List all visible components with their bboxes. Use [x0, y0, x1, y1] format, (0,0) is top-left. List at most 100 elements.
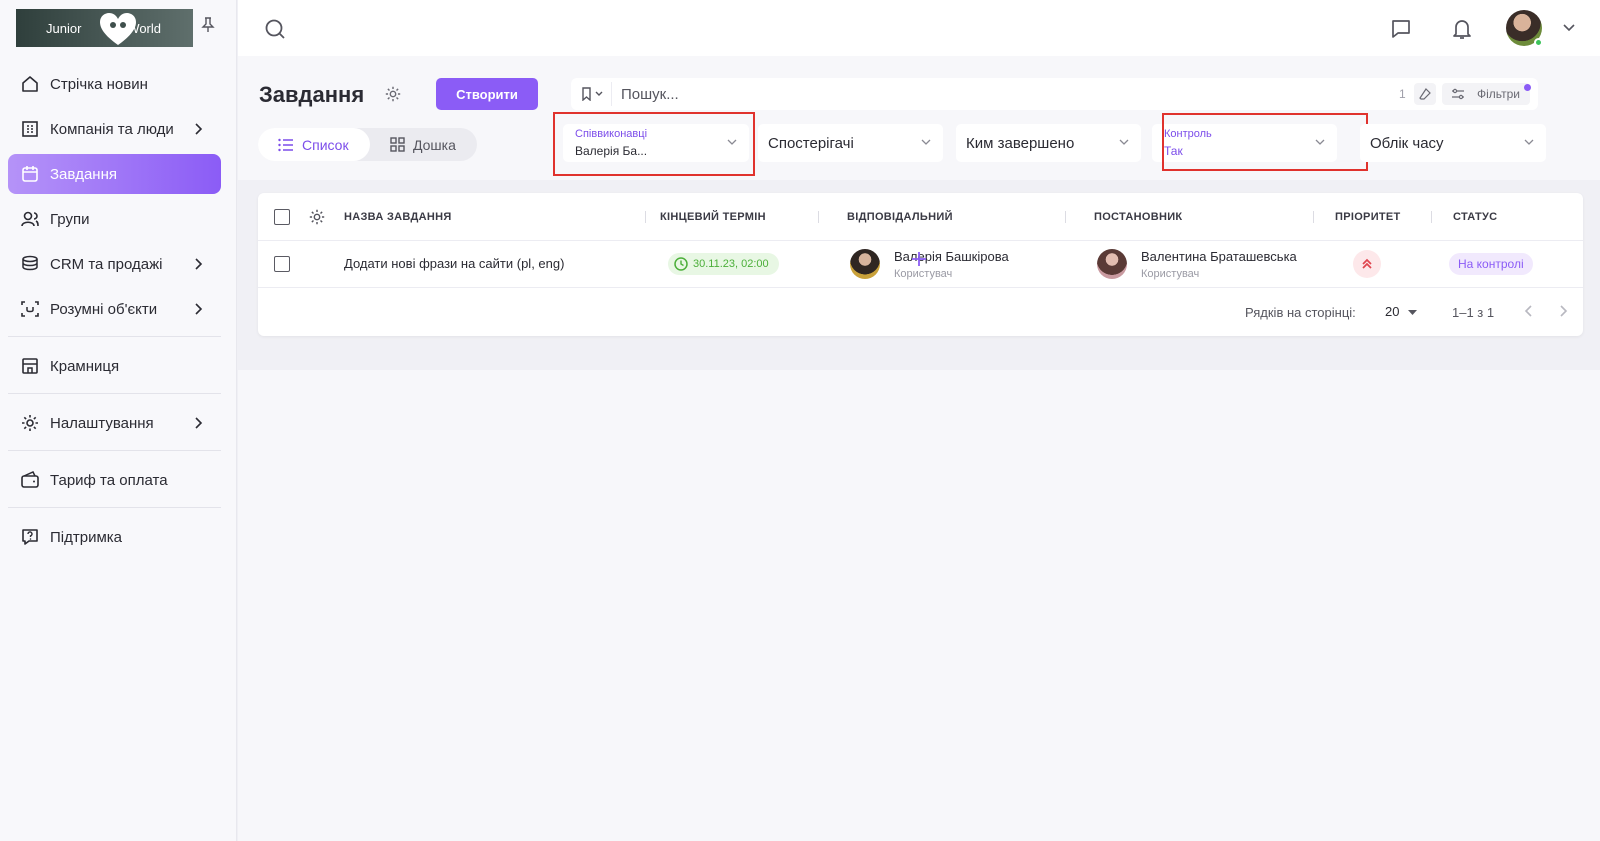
- table-row[interactable]: Додати нові фрази на сайти (pl, eng) 30.…: [258, 241, 1583, 288]
- column-separator: [818, 211, 819, 223]
- row-checkbox[interactable]: [274, 256, 290, 272]
- author-name[interactable]: Валентина Браташевська: [1141, 249, 1297, 264]
- create-task-button[interactable]: Створити: [436, 78, 538, 110]
- sidebar-item-crm[interactable]: CRM та продажі: [8, 244, 221, 284]
- sidebar-item-smart-objects[interactable]: Розумні об'єкти: [8, 289, 221, 329]
- sidebar-item-groups[interactable]: Групи: [8, 199, 221, 239]
- gear-icon[interactable]: [384, 85, 402, 103]
- column-separator: [1065, 211, 1066, 223]
- view-list-option[interactable]: Список: [258, 128, 370, 161]
- gear-icon: [20, 413, 40, 433]
- calendar-icon: [20, 164, 40, 184]
- column-header-responsible[interactable]: ВІДПОВІДАЛЬНИЙ: [847, 211, 953, 223]
- highlight-frame: [553, 112, 755, 176]
- tasks-header: Завдання Створити 1 Фільтри Список Дошка…: [238, 56, 1600, 180]
- logo-text-left: Junior: [46, 20, 82, 36]
- search-icon[interactable]: [264, 18, 286, 40]
- column-header-status[interactable]: СТАТУС: [1453, 211, 1497, 223]
- help-chat-icon: [20, 527, 40, 547]
- filters-label: Фільтри: [1477, 87, 1520, 101]
- column-separator: [1431, 211, 1432, 223]
- store-icon: [20, 356, 40, 376]
- table-header: НАЗВА ЗАВДАННЯ КІНЦЕВИЙ ТЕРМІН ВІДПОВІДА…: [258, 193, 1583, 241]
- column-header-priority[interactable]: ПРІОРИТЕТ: [1335, 211, 1401, 223]
- status-badge[interactable]: На контролі: [1449, 253, 1533, 275]
- chat-icon[interactable]: [1390, 18, 1412, 40]
- view-list-label: Список: [302, 136, 349, 153]
- completed-by-filter-placeholder: Ким завершено: [966, 135, 1075, 152]
- nav-divider: [8, 336, 221, 337]
- coins-icon: [20, 254, 40, 274]
- column-header-deadline[interactable]: КІНЦЕВИЙ ТЕРМІН: [660, 211, 766, 223]
- task-name[interactable]: Додати нові фрази на сайти (pl, eng): [344, 256, 564, 271]
- chevron-down-icon: [1119, 139, 1129, 145]
- bookmark-dropdown-icon[interactable]: [581, 87, 605, 101]
- avatar: [850, 249, 880, 279]
- sidebar-item-label: Тариф та оплата: [50, 471, 168, 489]
- company-logo[interactable]: Junior World: [16, 9, 193, 47]
- deadline-text: 30.11.23, 02:00: [693, 258, 769, 270]
- heart-logo-icon: [100, 13, 136, 45]
- view-toggle: Список Дошка: [258, 128, 477, 161]
- sidebar-item-label: Стрічка новин: [50, 75, 148, 93]
- sidebar-item-store[interactable]: Крамниця: [8, 346, 221, 386]
- sidebar-item-label: Розумні об'єкти: [50, 300, 158, 318]
- top-bar: [238, 0, 1600, 56]
- caret-down-icon[interactable]: [1408, 310, 1417, 315]
- chevron-right-icon: [195, 258, 203, 270]
- double-chevron-up-icon: [1362, 258, 1372, 269]
- chevron-left-icon[interactable]: [1523, 303, 1535, 319]
- nav-divider: [8, 450, 221, 451]
- sidebar-item-label: Компанія та люди: [50, 120, 174, 138]
- sidebar-item-label: Налаштування: [50, 414, 154, 432]
- view-board-option[interactable]: Дошка: [390, 128, 456, 161]
- completed-by-filter[interactable]: Ким завершено: [956, 124, 1141, 162]
- users-icon: [20, 209, 40, 229]
- sidebar-item-support[interactable]: Підтримка: [8, 517, 221, 557]
- time-tracking-filter[interactable]: Облік часу: [1360, 124, 1546, 162]
- sidebar-item-billing[interactable]: Тариф та оплата: [8, 460, 221, 500]
- online-status-dot: [1534, 38, 1543, 47]
- highlight-frame: [1162, 113, 1368, 171]
- chevron-down-icon[interactable]: [1563, 24, 1575, 32]
- clear-filters-button[interactable]: [1414, 83, 1436, 105]
- chevron-right-icon: [195, 123, 203, 135]
- pin-icon[interactable]: [201, 17, 215, 33]
- sidebar-item-company[interactable]: Компанія та люди: [8, 109, 221, 149]
- column-separator: [645, 211, 646, 223]
- view-board-label: Дошка: [413, 136, 456, 153]
- sidebar-item-label: Підтримка: [50, 528, 123, 546]
- clock-icon: [674, 257, 688, 271]
- plus-icon[interactable]: [910, 250, 928, 268]
- task-search-bar: 1 Фільтри: [571, 78, 1538, 110]
- sidebar-item-tasks[interactable]: Завдання: [8, 154, 221, 194]
- sidebar-nav: Стрічка новин Компанія та люди Завдання …: [8, 64, 221, 562]
- wallet-icon: [20, 470, 40, 490]
- list-icon: [278, 138, 293, 151]
- rows-per-page-select[interactable]: 20: [1385, 304, 1399, 319]
- sidebar-item-label: CRM та продажі: [50, 255, 163, 273]
- sidebar-item-news[interactable]: Стрічка новин: [8, 64, 221, 104]
- observers-filter-placeholder: Спостерігачі: [768, 135, 854, 152]
- filter-count: 1: [1399, 87, 1406, 101]
- home-icon: [20, 74, 40, 94]
- chevron-down-icon: [921, 139, 931, 145]
- filters-button[interactable]: Фільтри: [1442, 83, 1530, 105]
- search-input[interactable]: [621, 83, 1381, 105]
- responsible-role: Користувач: [894, 268, 953, 280]
- empty-area: [238, 370, 1600, 841]
- building-icon: [20, 119, 40, 139]
- priority-badge[interactable]: [1353, 250, 1381, 278]
- sidebar-item-settings[interactable]: Налаштування: [8, 403, 221, 443]
- gear-icon[interactable]: [308, 208, 326, 226]
- observers-filter[interactable]: Спостерігачі: [758, 124, 943, 162]
- chevron-right-icon[interactable]: [1557, 303, 1569, 319]
- chevron-down-icon: [1524, 139, 1534, 145]
- pagination: Рядків на сторінці: 20 1–1 з 1: [258, 289, 1583, 335]
- select-all-checkbox[interactable]: [274, 209, 290, 225]
- column-header-author[interactable]: ПОСТАНОВНИК: [1094, 211, 1182, 223]
- chevron-right-icon: [195, 417, 203, 429]
- bell-icon[interactable]: [1451, 17, 1473, 41]
- filters-active-dot: [1524, 84, 1531, 91]
- column-header-name[interactable]: НАЗВА ЗАВДАННЯ: [344, 211, 452, 223]
